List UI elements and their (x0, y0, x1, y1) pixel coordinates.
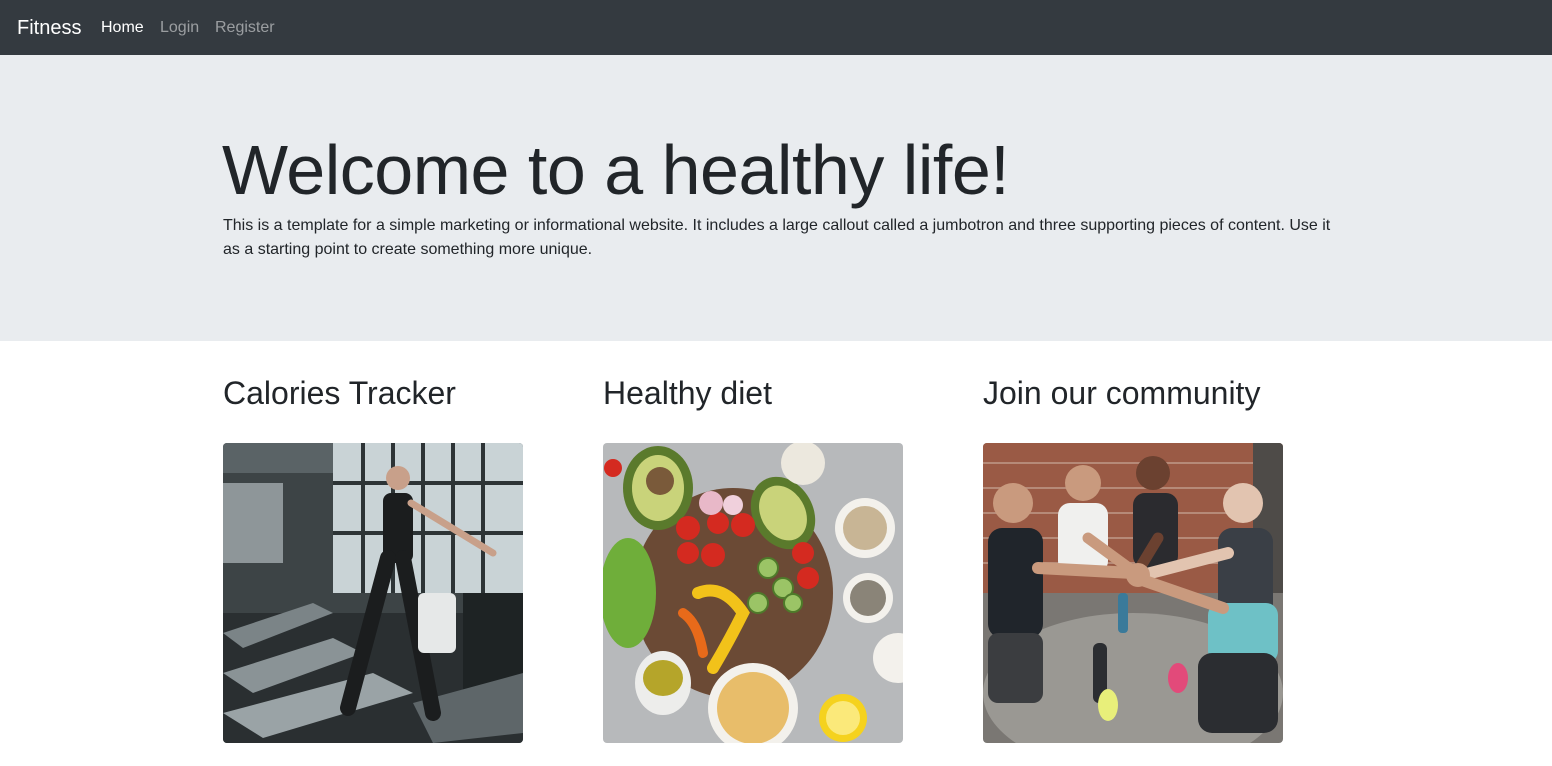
brand-link[interactable]: Fitness (17, 15, 81, 41)
feature-title: Join our community (983, 375, 1261, 411)
feature-title: Healthy diet (603, 375, 772, 411)
group-fist-bump-photo (983, 443, 1283, 743)
jumbotron-title: Welcome to a healthy life! (222, 131, 1010, 209)
feature-calories-tracker: Calories Tracker (223, 372, 543, 743)
woman-on-treadmill-photo (223, 443, 523, 743)
nav-link-home[interactable]: Home (101, 17, 144, 38)
nav-link-login[interactable]: Login (160, 17, 199, 38)
jumbotron-lead: This is a template for a simple marketin… (223, 217, 1331, 258)
feature-healthy-diet: Healthy diet (603, 372, 923, 743)
top-navbar: Fitness Home Login Register (0, 0, 1552, 55)
feature-join-community: Join our community (983, 372, 1303, 743)
healthy-food-flatlay-photo (603, 443, 903, 743)
jumbotron: Welcome to a healthy life! This is a tem… (0, 55, 1552, 341)
feature-title: Calories Tracker (223, 375, 456, 411)
nav-link-register[interactable]: Register (215, 17, 275, 38)
